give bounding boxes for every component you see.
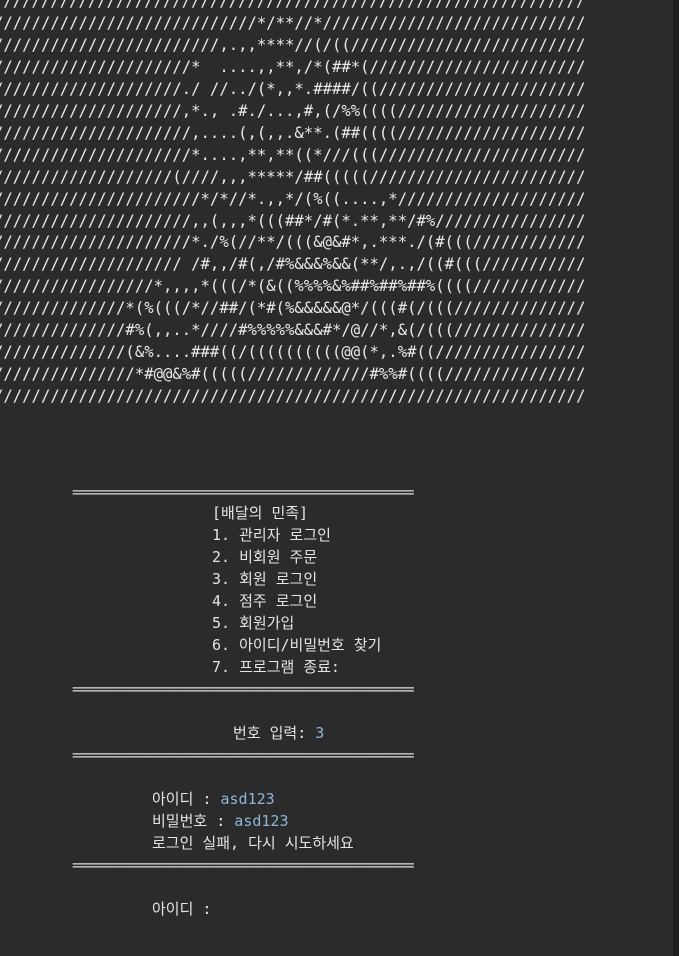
separator-line: ========================================…: [72, 483, 415, 501]
ascii-line: /////////////////////,....(,(,,.&**.(##(…: [0, 123, 586, 142]
ascii-line: ////////////////////,*., .#./...,#,(/%%(…: [0, 101, 586, 120]
window-edge: [673, 0, 679, 956]
ascii-line: ////////////////////////,.,,****//(/((//…: [0, 35, 586, 54]
separator-line: ========================================…: [72, 856, 415, 874]
number-input-line[interactable]: 번호 입력: 3: [233, 723, 324, 743]
id-input-line[interactable]: 아이디 : asd123: [152, 789, 275, 809]
ascii-line: //////////////////// /#,,/#(,/#%&&&%&&(*…: [0, 255, 586, 274]
id-label: 아이디 :: [152, 790, 221, 808]
menu-title: [배달의 민족]: [212, 504, 309, 522]
ascii-line: //////////////(&%....###((/((((((((((@@(…: [0, 343, 586, 362]
ascii-line: ////////////////////////////////////////…: [0, 0, 586, 10]
password-input-line[interactable]: 비밀번호 : asd123: [152, 811, 288, 831]
id-prompt-again[interactable]: 아이디 :: [152, 899, 211, 919]
menu-item-member-login: 3. 회원 로그인: [212, 570, 318, 588]
menu-item-signup: 5. 회원가입: [212, 614, 295, 632]
menu-item-guest-order: 2. 비회원 주문: [212, 548, 318, 566]
login-fail-message: 로그인 실패, 다시 시도하세요: [152, 834, 354, 852]
ascii-line: ////////////////////////////////////////…: [0, 387, 586, 406]
ascii-line: /////////////////////*....,**,**((*///((…: [0, 145, 586, 164]
ascii-line: /////////////////////,,(,,,*(((##*/#(*.*…: [0, 211, 586, 230]
password-value: asd123: [234, 812, 289, 830]
ascii-line: //////////////#%(,,..*////#%%%%%&&&#*/@/…: [0, 321, 586, 340]
ascii-line: /////////////////*,,,,*(((/*(&((%%%%&%##…: [0, 277, 586, 296]
ascii-art: ////////////////////////////////////////…: [0, 0, 585, 408]
menu-item-admin-login: 1. 관리자 로그인: [212, 526, 331, 544]
ascii-line: /////////////////////* ....,,**,/*(##*(/…: [0, 57, 586, 76]
menu-item-exit: 7. 프로그램 종료:: [212, 658, 340, 676]
ascii-line: ////////////////////./ //../(*,,*.####/(…: [0, 79, 586, 98]
ascii-line: //////////////*(%(((/*//##/(*#(%&&&&&@*/…: [0, 299, 586, 318]
separator-line: ========================================…: [72, 746, 415, 764]
menu-item-find-account: 6. 아이디/비밀번호 찾기: [212, 636, 382, 654]
menu-item-owner-login: 4. 점주 로그인: [212, 592, 318, 610]
number-prompt: 번호 입력:: [233, 724, 316, 742]
ascii-line: ////////////////////////////*/**//*/////…: [0, 13, 586, 32]
id-value: asd123: [220, 790, 275, 808]
separator-line: ========================================…: [72, 680, 415, 698]
ascii-line: ///////////////*#@@&%#(((((/////////////…: [0, 365, 586, 384]
number-value: 3: [315, 724, 325, 742]
ascii-line: //////////////////////*/*//*.,,*/(%((...…: [0, 189, 586, 208]
ascii-line: ///////////////////(////,,,*****/##(((((…: [0, 167, 586, 186]
password-label: 비밀번호 :: [152, 812, 235, 830]
console-window: ////////////////////////////////////////…: [0, 0, 679, 956]
ascii-line: /////////////////////*./%(//**/(((&@&#*,…: [0, 233, 586, 252]
